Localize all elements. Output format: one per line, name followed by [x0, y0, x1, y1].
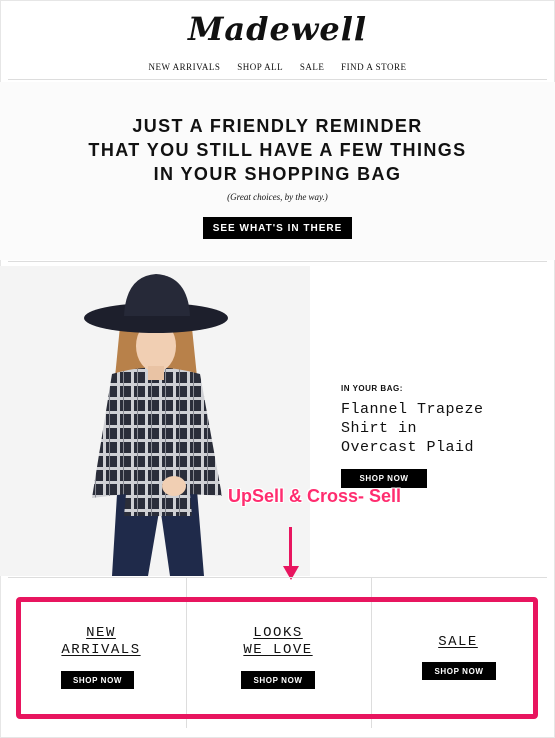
product-name[interactable]: Flannel Trapeze Shirt in Overcast Plaid — [341, 400, 531, 457]
header-divider — [8, 79, 547, 80]
headline-line: JUST A FRIENDLY REMINDER — [132, 116, 423, 136]
headline-line: THAT YOU STILL HAVE A FEW THINGS — [88, 140, 467, 160]
nav-find-a-store[interactable]: FIND A STORE — [341, 62, 406, 72]
nav-shop-all[interactable]: SHOP ALL — [237, 62, 283, 72]
reminder-hero: JUST A FRIENDLY REMINDER THAT YOU STILL … — [0, 82, 555, 260]
madewell-logo[interactable]: Madewell — [0, 10, 555, 48]
product-name-line: Flannel Trapeze — [341, 401, 484, 418]
headline-line: IN YOUR SHOPPING BAG — [153, 164, 402, 184]
reminder-subtext: (Great choices, by the way.) — [227, 192, 328, 202]
product-info: IN YOUR BAG: Flannel Trapeze Shirt in Ov… — [341, 384, 531, 457]
nav-sale[interactable]: SALE — [300, 62, 325, 72]
categories-divider — [8, 577, 547, 578]
see-whats-in-there-button[interactable]: SEE WHAT'S IN THERE — [203, 217, 352, 239]
in-your-bag-label: IN YOUR BAG: — [341, 384, 403, 393]
product-name-line: Overcast Plaid — [341, 439, 475, 456]
top-nav: NEW ARRIVALS SHOP ALL SALE FIND A STORE — [0, 62, 555, 72]
product-photo[interactable] — [0, 266, 310, 576]
nav-new-arrivals[interactable]: NEW ARRIVALS — [149, 62, 221, 72]
hero-divider — [8, 261, 547, 262]
email-header: Madewell NEW ARRIVALS SHOP ALL SALE FIND… — [0, 0, 555, 80]
product-name-line: Shirt in — [341, 420, 418, 437]
reminder-headline: JUST A FRIENDLY REMINDER THAT YOU STILL … — [0, 114, 555, 186]
model-illustration — [0, 266, 310, 576]
upsell-highlight-box — [16, 597, 538, 719]
upsell-annotation-label: UpSell & Cross- Sell — [228, 486, 402, 506]
